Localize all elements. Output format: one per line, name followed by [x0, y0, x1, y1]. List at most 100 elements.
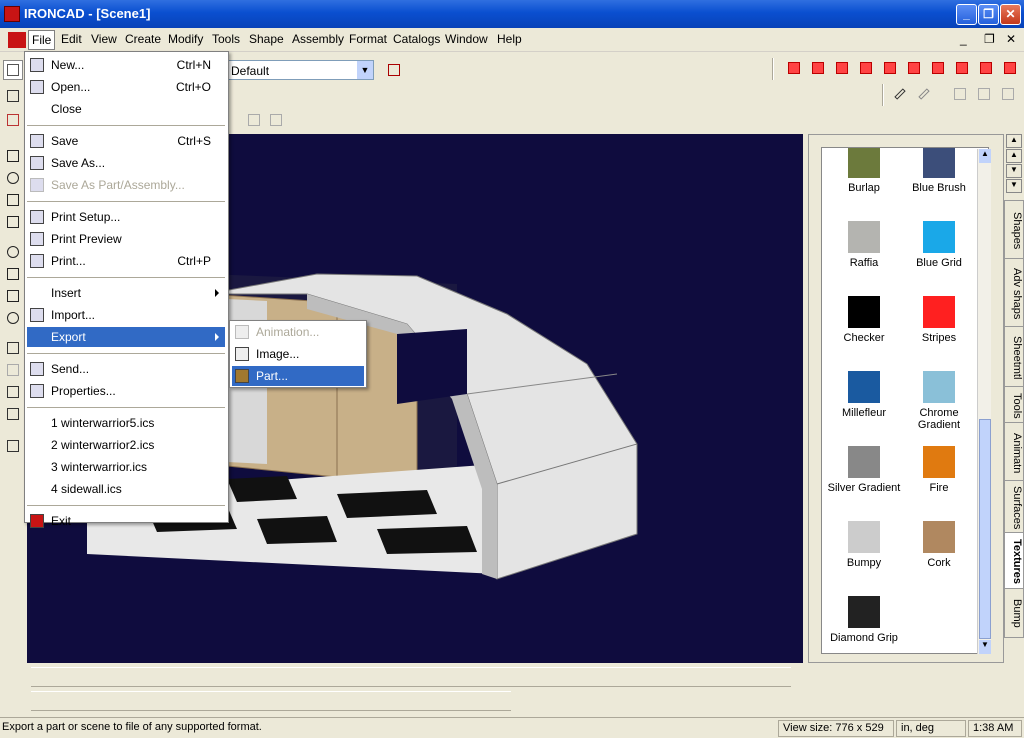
- camera-icon[interactable]: [3, 404, 23, 424]
- toolbar-icon[interactable]: [266, 110, 286, 130]
- texture-item[interactable]: Checker: [822, 296, 906, 344]
- catalog-last-icon[interactable]: ▼: [1006, 179, 1022, 193]
- eyedropper-icon[interactable]: [918, 84, 938, 104]
- menu-file[interactable]: File: [28, 30, 56, 50]
- catalog-tab[interactable]: Surfaces: [1004, 480, 1024, 536]
- minimize-button[interactable]: _: [956, 4, 977, 25]
- export-submenu-item[interactable]: Image...: [232, 344, 364, 364]
- catalog-scrollbar[interactable]: ▲ ▼: [977, 149, 991, 654]
- texture-item[interactable]: Stripes: [897, 296, 981, 344]
- texture-item[interactable]: Burlap: [822, 148, 906, 194]
- view-cube-icon[interactable]: [976, 58, 996, 78]
- file-menu-item[interactable]: Print Preview: [27, 229, 225, 249]
- catalog-tab[interactable]: Animatn: [1004, 422, 1024, 484]
- file-menu-item[interactable]: Open... Ctrl+O: [27, 77, 225, 97]
- view-cube-icon[interactable]: [904, 58, 924, 78]
- chevron-down-icon[interactable]: ▼: [357, 61, 373, 79]
- menu-assembly[interactable]: Assembly: [291, 32, 345, 48]
- rotate-icon[interactable]: [3, 168, 23, 188]
- catalog-tab[interactable]: Tools: [1004, 386, 1024, 426]
- sketch-icon[interactable]: [3, 436, 23, 456]
- texture-item[interactable]: Silver Gradient: [822, 446, 906, 494]
- texture-item[interactable]: Blue Grid: [897, 221, 981, 269]
- catalog-prev-icon[interactable]: ▲: [1006, 149, 1022, 163]
- restore-button[interactable]: ❐: [978, 4, 999, 25]
- pan-icon[interactable]: [3, 212, 23, 232]
- file-menu-item[interactable]: Print Setup...: [27, 207, 225, 227]
- doc-minimize-button[interactable]: _: [960, 32, 967, 46]
- paint-icon[interactable]: [974, 84, 994, 104]
- file-menu-item[interactable]: Import...: [27, 305, 225, 325]
- export-submenu-item[interactable]: Part...: [232, 366, 364, 386]
- toolbar-icon[interactable]: [244, 110, 264, 130]
- view-cube-icon[interactable]: [952, 58, 972, 78]
- file-menu-item[interactable]: Exit: [27, 511, 225, 531]
- menu-format[interactable]: Format: [348, 32, 388, 48]
- catalog-tab[interactable]: Bump: [1004, 588, 1024, 638]
- ironcad-app-icon[interactable]: [4, 6, 20, 22]
- zoom-window-icon[interactable]: [3, 264, 23, 284]
- file-menu-item[interactable]: Save As...: [27, 153, 225, 173]
- view-cube-icon[interactable]: [1000, 58, 1020, 78]
- file-menu-item[interactable]: Close: [27, 99, 225, 119]
- file-menu-item[interactable]: 2 winterwarrior2.ics: [27, 435, 225, 455]
- catalog-tab[interactable]: Shapes: [1004, 200, 1024, 262]
- move-icon[interactable]: [3, 146, 23, 166]
- menu-window[interactable]: Window: [444, 32, 489, 48]
- menu-help[interactable]: Help: [496, 32, 523, 48]
- scroll-down-icon[interactable]: ▼: [979, 640, 991, 654]
- scroll-up-icon[interactable]: ▲: [979, 149, 991, 163]
- paint-icon[interactable]: [998, 84, 1018, 104]
- view-cube-icon[interactable]: [928, 58, 948, 78]
- texture-item[interactable]: Bumpy: [822, 521, 906, 569]
- view-cube-icon[interactable]: [880, 58, 900, 78]
- menu-tools[interactable]: Tools: [211, 32, 241, 48]
- texture-item[interactable]: Blue Brush: [897, 148, 981, 194]
- catalog-tab[interactable]: Adv shaps: [1004, 258, 1024, 330]
- zoom-icon[interactable]: [3, 242, 23, 262]
- catalog-next-icon[interactable]: ▼: [1006, 164, 1022, 178]
- texture-item[interactable]: Raffia: [822, 221, 906, 269]
- camera-icon[interactable]: [3, 338, 23, 358]
- menu-edit[interactable]: Edit: [60, 32, 83, 48]
- export-icon[interactable]: [3, 86, 23, 106]
- file-menu-item[interactable]: New... Ctrl+N: [27, 55, 225, 75]
- file-menu-item[interactable]: Export: [27, 327, 225, 347]
- file-menu-item[interactable]: Send...: [27, 359, 225, 379]
- view-cube-icon[interactable]: [784, 58, 804, 78]
- style-combo[interactable]: Default ▼: [228, 60, 374, 80]
- view-cube-icon[interactable]: [832, 58, 852, 78]
- view-icon[interactable]: [3, 286, 23, 306]
- view-cube-icon[interactable]: [856, 58, 876, 78]
- select-arrow-icon[interactable]: [3, 60, 23, 80]
- file-menu-item[interactable]: 1 winterwarrior5.ics: [27, 413, 225, 433]
- texture-item[interactable]: Fire: [897, 446, 981, 494]
- texture-item[interactable]: Cork: [897, 521, 981, 569]
- file-menu-item[interactable]: 4 sidewall.ics: [27, 479, 225, 499]
- close-button[interactable]: ✕: [1000, 4, 1021, 25]
- doc-close-button[interactable]: ✕: [1006, 32, 1016, 46]
- eraser-icon[interactable]: [3, 110, 23, 130]
- eyedropper-icon[interactable]: [894, 84, 914, 104]
- texture-grid[interactable]: Burlap Blue Brush Raffia Blue Grid Checker St…: [821, 147, 989, 654]
- orbit-icon[interactable]: [3, 190, 23, 210]
- texture-item[interactable]: Millefleur: [822, 371, 906, 419]
- document-icon[interactable]: [8, 32, 26, 48]
- paint-icon[interactable]: [950, 84, 970, 104]
- hierarchy-icon[interactable]: [384, 60, 404, 80]
- menu-create[interactable]: Create: [124, 32, 162, 48]
- target-icon[interactable]: [3, 308, 23, 328]
- file-menu-item[interactable]: 3 winterwarrior.ics: [27, 457, 225, 477]
- file-menu-item[interactable]: Save Ctrl+S: [27, 131, 225, 151]
- file-menu-item[interactable]: Insert: [27, 283, 225, 303]
- catalog-tab[interactable]: Sheetmtl: [1004, 326, 1024, 390]
- scroll-thumb[interactable]: [979, 419, 991, 639]
- catalog-tab[interactable]: Textures: [1004, 532, 1024, 592]
- menu-shape[interactable]: Shape: [248, 32, 285, 48]
- menu-modify[interactable]: Modify: [167, 32, 204, 48]
- texture-item[interactable]: Chrome Gradient: [897, 371, 981, 431]
- camera-icon[interactable]: [3, 382, 23, 402]
- texture-item[interactable]: Diamond Grip: [822, 596, 906, 644]
- file-menu-item[interactable]: Properties...: [27, 381, 225, 401]
- view-cube-icon[interactable]: [808, 58, 828, 78]
